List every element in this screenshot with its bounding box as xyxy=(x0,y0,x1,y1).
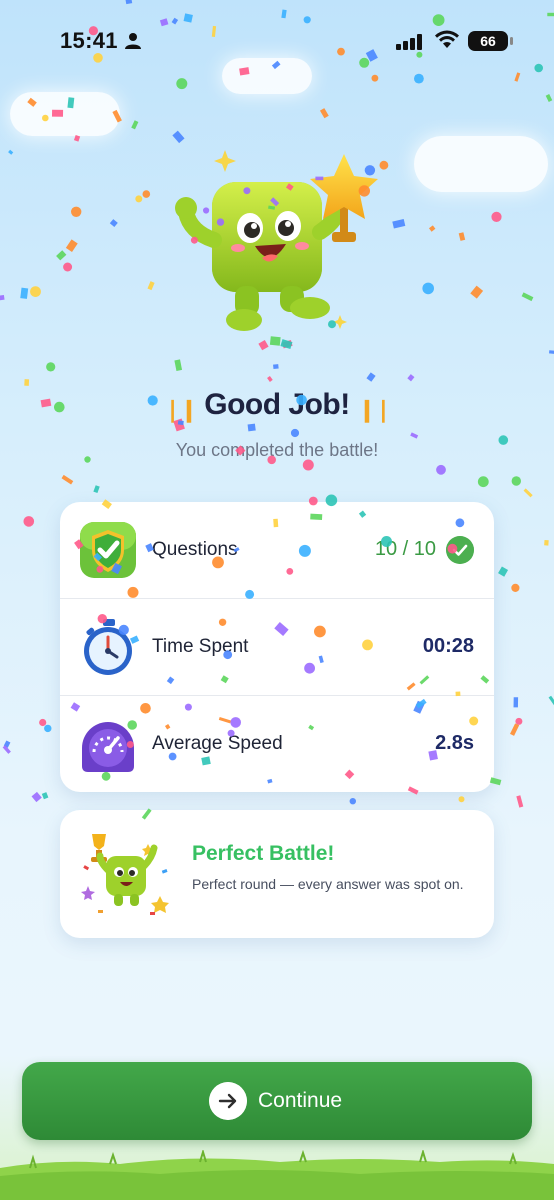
confetti-piece xyxy=(349,798,356,805)
perfect-battle-card: Perfect Battle! Perfect round — every an… xyxy=(60,810,494,938)
confetti-piece xyxy=(135,195,143,203)
confetti-piece xyxy=(436,464,446,475)
continue-button[interactable]: Continue xyxy=(22,1062,532,1140)
confetti-piece xyxy=(511,583,520,593)
speedometer-icon xyxy=(82,722,134,772)
confetti-piece xyxy=(521,292,534,302)
grass-decoration xyxy=(0,1150,554,1200)
confetti-piece xyxy=(142,190,151,198)
confetti-piece xyxy=(109,219,118,228)
confetti-piece xyxy=(516,795,524,808)
confetti-piece xyxy=(247,423,256,432)
stat-value: 2.8s xyxy=(435,732,474,754)
confetti-piece xyxy=(428,225,436,232)
perfect-battle-description: Perfect round — every answer was spot on… xyxy=(192,876,464,892)
shield-check-icon xyxy=(80,522,136,578)
confetti-piece xyxy=(371,74,379,82)
confetti-piece xyxy=(458,796,465,803)
confetti-piece xyxy=(422,282,435,295)
confetti-piece xyxy=(514,72,521,82)
result-heading: ❘❙ Good Job! ❙❘ xyxy=(0,388,554,423)
confetti-piece xyxy=(0,295,5,301)
cloud xyxy=(10,92,120,136)
confetti-piece xyxy=(544,540,549,546)
continue-label: Continue xyxy=(258,1089,343,1112)
check-circle-icon xyxy=(446,536,474,564)
confetti-piece xyxy=(267,376,273,382)
confetti-piece xyxy=(3,740,11,748)
sparkle-right-icon: ❙❘ xyxy=(357,396,393,422)
confetti-piece xyxy=(523,488,533,498)
perfect-battle-title: Perfect Battle! xyxy=(192,842,335,865)
stat-label: Time Spent xyxy=(152,636,249,657)
confetti-piece xyxy=(131,120,139,130)
cloud xyxy=(222,58,312,94)
confetti-piece xyxy=(61,474,74,485)
confetti-piece xyxy=(534,63,543,73)
confetti-piece xyxy=(515,717,523,725)
confetti-piece xyxy=(41,792,49,800)
confetti-piece xyxy=(31,791,42,803)
confetti-piece xyxy=(511,476,521,486)
confetti-piece xyxy=(71,206,82,217)
confetti-piece xyxy=(302,459,314,471)
stopwatch-icon xyxy=(84,619,132,675)
confetti-piece xyxy=(20,287,29,299)
confetti-piece xyxy=(125,0,133,5)
stat-row-questions: Questions 10 / 10 xyxy=(60,502,494,598)
confetti-piece xyxy=(281,9,287,19)
mascot-illustration xyxy=(175,150,378,331)
confetti-piece xyxy=(545,94,553,103)
stat-row-speed: Average Speed 2.8s xyxy=(60,696,494,792)
confetti-piece xyxy=(39,718,47,727)
confetti-piece xyxy=(513,697,519,708)
confetti-piece xyxy=(2,745,11,754)
cloud xyxy=(414,136,548,192)
confetti-piece xyxy=(63,262,73,272)
confetti-piece xyxy=(56,250,67,261)
confetti-piece xyxy=(44,724,52,733)
stat-label: Average Speed xyxy=(152,733,283,754)
result-subtitle: You completed the battle! xyxy=(175,440,379,460)
confetti-piece xyxy=(8,149,14,155)
stat-label: Questions xyxy=(152,539,238,560)
stat-value: 00:28 xyxy=(422,635,474,657)
confetti-piece xyxy=(176,78,188,90)
stat-value: 10 / 10 xyxy=(374,538,436,560)
confetti-piece xyxy=(458,232,466,241)
arrow-right-icon xyxy=(209,1082,247,1120)
confetti-piece xyxy=(470,285,484,299)
confetti-piece xyxy=(319,108,329,119)
confetti-piece xyxy=(548,695,554,707)
result-title: Good Job! xyxy=(204,388,350,421)
status-bar: 15:41 66 xyxy=(0,22,554,62)
battery-indicator: 66 xyxy=(468,31,513,51)
sparkle-left-icon: ❘❙ xyxy=(163,396,198,422)
stat-row-time: Time Spent 00:28 xyxy=(60,599,494,695)
confetti-piece xyxy=(93,485,100,494)
confetti-piece xyxy=(498,566,509,577)
confetti-piece xyxy=(46,362,56,372)
confetti-piece xyxy=(65,239,78,252)
wifi-icon xyxy=(435,30,459,48)
confetti-piece xyxy=(290,428,300,438)
confetti-piece xyxy=(491,211,502,222)
confetti-piece xyxy=(510,723,520,736)
confetti-piece xyxy=(30,286,41,297)
confetti-piece xyxy=(24,379,30,386)
confetti-piece xyxy=(414,73,424,84)
confetti-piece xyxy=(477,476,489,488)
confetti-piece xyxy=(407,374,415,382)
person-icon xyxy=(125,33,141,49)
status-time: 15:41 xyxy=(60,28,118,53)
confetti-piece xyxy=(410,432,419,439)
confetti-piece xyxy=(547,12,554,17)
confetti-piece xyxy=(23,516,35,527)
confetti-piece xyxy=(366,372,376,382)
stats-card: Questions 10 / 10 Time Spent 00:28 Avera… xyxy=(60,502,494,792)
confetti-piece xyxy=(549,350,554,355)
celebration-mascot-icon xyxy=(81,834,169,915)
cellular-signal-icon xyxy=(396,34,422,50)
